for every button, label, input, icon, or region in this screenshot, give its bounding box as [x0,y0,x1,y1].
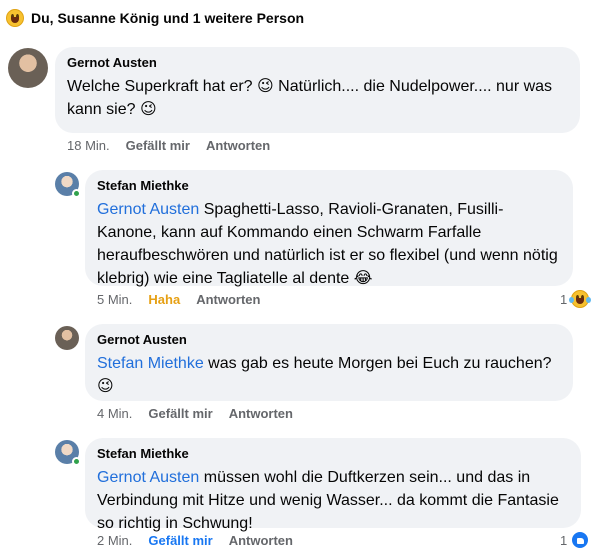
avatar[interactable] [55,440,81,466]
haha-reaction-button[interactable]: Haha [148,292,180,308]
avatar[interactable] [55,172,81,198]
comment-bubble: Gernot Austen Welche Superkraft hat er? … [55,47,580,133]
mention-link[interactable]: Stefan Miethke [97,355,204,372]
reaction-count-number: 1 [560,291,568,307]
reply-button[interactable]: Antworten [196,292,260,308]
comment-timestamp[interactable]: 2 Min. [97,533,132,549]
comment-text: Gernot Austen Spaghetti-Lasso, Ravioli-G… [97,198,561,290]
comment-author[interactable]: Gernot Austen [67,55,568,71]
like-button[interactable]: Gefällt mir [148,533,212,549]
reaction-count-number: 1 [560,532,568,548]
reaction-count[interactable]: 1 [560,531,590,549]
comment-author[interactable]: Stefan Miethke [97,178,561,194]
comment-text: Gernot Austen müssen wohl die Duftkerzen… [97,466,569,535]
laughing-emoji-icon [6,9,24,27]
comment-bubble: Stefan Miethke Gernot Austen müssen wohl… [85,438,581,532]
reactions-summary[interactable]: Du, Susanne König und 1 weitere Person [6,8,304,28]
like-icon [571,531,590,549]
comment-actions: 2 Min. Gefällt mir Antworten [97,533,309,549]
comment-author[interactable]: Gernot Austen [97,332,561,348]
comment-bubble: Stefan Miethke Gernot Austen Spaghetti-L… [85,170,573,287]
online-status-indicator [72,457,81,466]
reply-button[interactable]: Antworten [229,406,293,422]
comment-timestamp[interactable]: 18 Min. [67,138,110,154]
like-button[interactable]: Gefällt mir [126,138,190,154]
comment-bubble: Gernot Austen Stefan Miethke was gab es … [85,324,573,401]
comment-author[interactable]: Stefan Miethke [97,446,569,462]
like-button[interactable]: Gefällt mir [148,406,212,422]
avatar[interactable] [55,326,79,350]
comment-timestamp[interactable]: 4 Min. [97,406,132,422]
comment-actions: 4 Min. Gefällt mir Antworten [97,406,309,422]
online-status-indicator [72,189,81,198]
comment-text: Welche Superkraft hat er? 😉 Natürlich...… [67,78,553,118]
comment-timestamp[interactable]: 5 Min. [97,292,132,308]
comment-actions: 5 Min. Haha Antworten [97,292,276,308]
reaction-count[interactable]: 1 [560,290,592,308]
avatar[interactable] [8,48,48,88]
comment-actions: 18 Min. Gefällt mir Antworten [67,138,286,154]
mention-link[interactable]: Gernot Austen [97,201,199,218]
reply-button[interactable]: Antworten [206,138,270,154]
comment-text: Stefan Miethke was gab es heute Morgen b… [97,352,561,398]
reply-button[interactable]: Antworten [229,533,293,549]
laughing-emoji-icon [569,290,592,308]
reactions-summary-text: Du, Susanne König und 1 weitere Person [31,10,305,26]
mention-link[interactable]: Gernot Austen [97,469,199,486]
